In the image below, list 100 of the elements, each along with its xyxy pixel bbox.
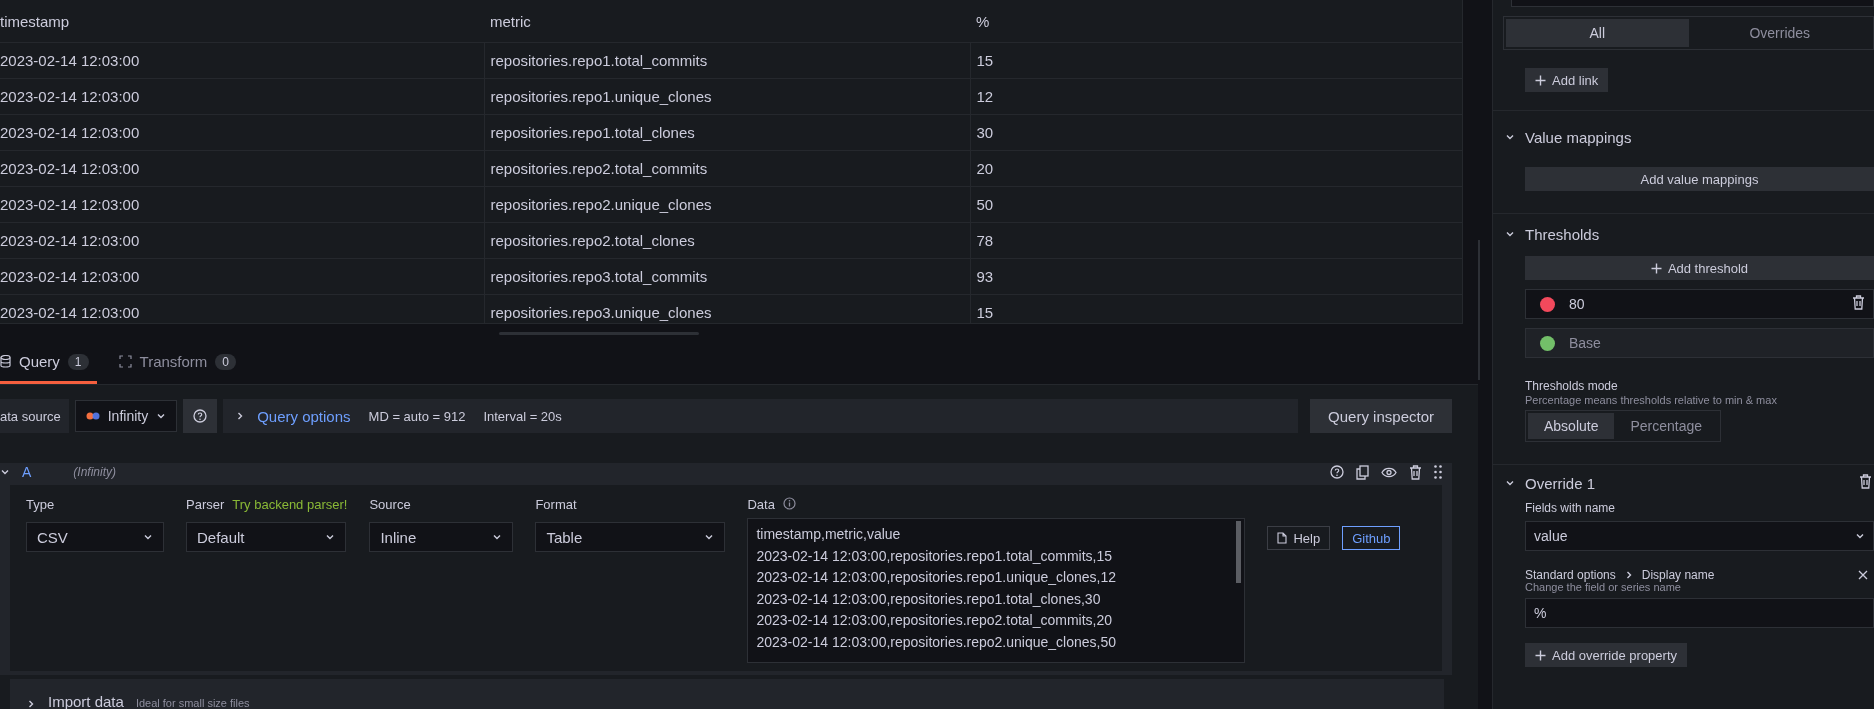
chevron-down-icon (325, 532, 335, 542)
scrollbar-thumb[interactable] (1236, 521, 1242, 583)
query-options-toggle[interactable]: Query options (235, 407, 351, 425)
mode-option[interactable]: Percentage (1614, 413, 1719, 439)
table-cell: 2023-02-14 12:03:00 (0, 186, 484, 223)
add-override-property-button[interactable]: Add override property (1525, 643, 1687, 667)
add-value-mappings-button[interactable]: Add value mappings (1525, 167, 1874, 191)
close-button[interactable] (1858, 570, 1868, 580)
plus-icon (1650, 262, 1662, 274)
count-badge: 0 (215, 353, 237, 370)
info-icon (782, 497, 796, 510)
select-field[interactable]: Inline (369, 522, 514, 552)
collapse-chevron-icon (0, 467, 10, 477)
table-cell: 2023-02-14 12:03:00 (0, 150, 484, 187)
table-cell: repositories.repo2.unique_clones (484, 186, 970, 223)
options-tab[interactable]: All (1506, 19, 1689, 47)
select-field[interactable]: Default (186, 522, 346, 552)
select-field[interactable]: Table (535, 522, 726, 552)
options-tab[interactable]: Overrides (1688, 19, 1871, 47)
property-description: Change the field or series name (1525, 581, 1682, 593)
chevron-down-icon (704, 532, 715, 542)
display-name-field[interactable]: % (1525, 598, 1874, 628)
table-cell: 93 (970, 258, 1462, 295)
field-label: Source (369, 497, 411, 512)
table-cell: 2023-02-14 12:03:00 (0, 294, 484, 323)
table-cell: repositories.repo1.total_commits (484, 42, 970, 79)
column-header[interactable]: metric (484, 0, 970, 43)
table-cell: 78 (970, 222, 1462, 259)
section-toggle[interactable] (1505, 132, 1515, 142)
field-label: Format (535, 497, 577, 512)
plus-icon (1535, 74, 1546, 86)
count-badge: 1 (67, 353, 89, 370)
database-icon (0, 355, 11, 368)
table-cell: 15 (970, 42, 1462, 79)
help-icon[interactable] (1330, 465, 1344, 479)
add-link-button[interactable]: Add link (1525, 68, 1609, 92)
chevron-down-icon (1505, 478, 1515, 488)
field-label: Type (26, 497, 55, 512)
table-cell: repositories.repo3.unique_clones (484, 294, 970, 323)
table-cell: repositories.repo1.total_clones (484, 114, 970, 151)
import-data-hint: Ideal for small size files (135, 697, 250, 709)
data-source-picker[interactable]: Infinity (74, 400, 178, 432)
trash-icon[interactable] (1852, 295, 1865, 310)
table-cell: repositories.repo2.total_commits (484, 150, 970, 187)
threshold-input[interactable]: Base (1525, 328, 1874, 358)
data-source-label: ata source (0, 399, 69, 433)
column-header[interactable]: % (970, 0, 1462, 43)
help-link-button[interactable]: Help (1267, 526, 1331, 550)
threshold-input[interactable]: 80 (1525, 289, 1874, 319)
section-title: Thresholds (1525, 225, 1600, 243)
plus-icon (1535, 649, 1546, 661)
chevron-down-icon (1855, 531, 1865, 541)
transform-icon (118, 355, 132, 368)
trash-icon[interactable] (1409, 464, 1422, 480)
section-toggle[interactable] (1505, 478, 1515, 488)
table-cell: 2023-02-14 12:03:00 (0, 78, 484, 115)
table-cell: 20 (970, 150, 1462, 187)
table-cell: repositories.repo2.total_clones (484, 222, 970, 259)
infinity-logo-icon (85, 412, 100, 420)
section-toggle[interactable] (1505, 229, 1515, 239)
interval-text: Interval = 20s (483, 408, 562, 424)
query-tab[interactable]: Transform 0 (118, 342, 245, 384)
query-inspector-button[interactable]: Query inspector (1310, 399, 1452, 433)
query-ref-id[interactable]: A (22, 464, 32, 480)
help-button[interactable] (183, 399, 218, 433)
table-cell: 15 (970, 294, 1462, 323)
select-field[interactable]: CSV (26, 522, 164, 552)
csv-data-field[interactable]: timestamp,metric,value 2023-02-14 12:03:00,repositories.repo1.total_commits,15 2023-02-14 12:03:00,repositories.repo1.unique_clones,12 2023-02-14 12:03:00,repositories.repo1.total_clones,30 2023-02-14 12:03:00,repositories.repo2.total_commits,20 2023-02-14 12:03:00,repositories.repo2.unique_clones,50 (747, 518, 1246, 663)
table-cell: repositories.repo1.unique_clones (484, 78, 970, 115)
table-cell: 2023-02-14 12:03:00 (0, 42, 484, 79)
trash-icon[interactable] (1859, 474, 1872, 489)
eye-icon[interactable] (1381, 466, 1397, 478)
document-icon (1277, 532, 1288, 544)
table-cell: 12 (970, 78, 1462, 115)
color-dot[interactable] (1540, 335, 1555, 351)
table-cell: 2023-02-14 12:03:00 (0, 258, 484, 295)
copy-icon[interactable] (1356, 464, 1369, 480)
table-cell: 30 (970, 114, 1462, 151)
field-label: Data (747, 497, 775, 512)
add-threshold-button[interactable]: Add threshold (1525, 256, 1874, 280)
thresholds-mode-description: Percentage means thresholds relative to min & max (1525, 394, 1778, 406)
mode-option[interactable]: Absolute (1528, 413, 1615, 439)
chevron-down-icon (156, 411, 167, 421)
chevron-right-icon (26, 699, 36, 709)
search-field[interactable] (1511, 0, 1874, 7)
table-cell: repositories.repo3.total_commits (484, 258, 970, 295)
column-header[interactable]: timestamp (0, 0, 484, 43)
chevron-down-icon (143, 532, 153, 542)
drag-handle-icon[interactable] (1434, 465, 1442, 479)
color-dot[interactable] (1540, 296, 1555, 312)
table-cell: 2023-02-14 12:03:00 (0, 222, 484, 259)
query-datasource-name: (Infinity) (73, 465, 117, 479)
close-icon (1858, 570, 1868, 580)
parser-hint-link[interactable]: Try backend parser! (232, 497, 348, 512)
section-title: Override 1 (1525, 474, 1596, 492)
chevron-down-icon (1505, 229, 1515, 239)
field-label: Parser (186, 497, 225, 512)
field-name-select[interactable]: value (1525, 521, 1874, 551)
github-link-button[interactable]: Github (1342, 526, 1401, 550)
section-title: Value mappings (1525, 128, 1632, 146)
